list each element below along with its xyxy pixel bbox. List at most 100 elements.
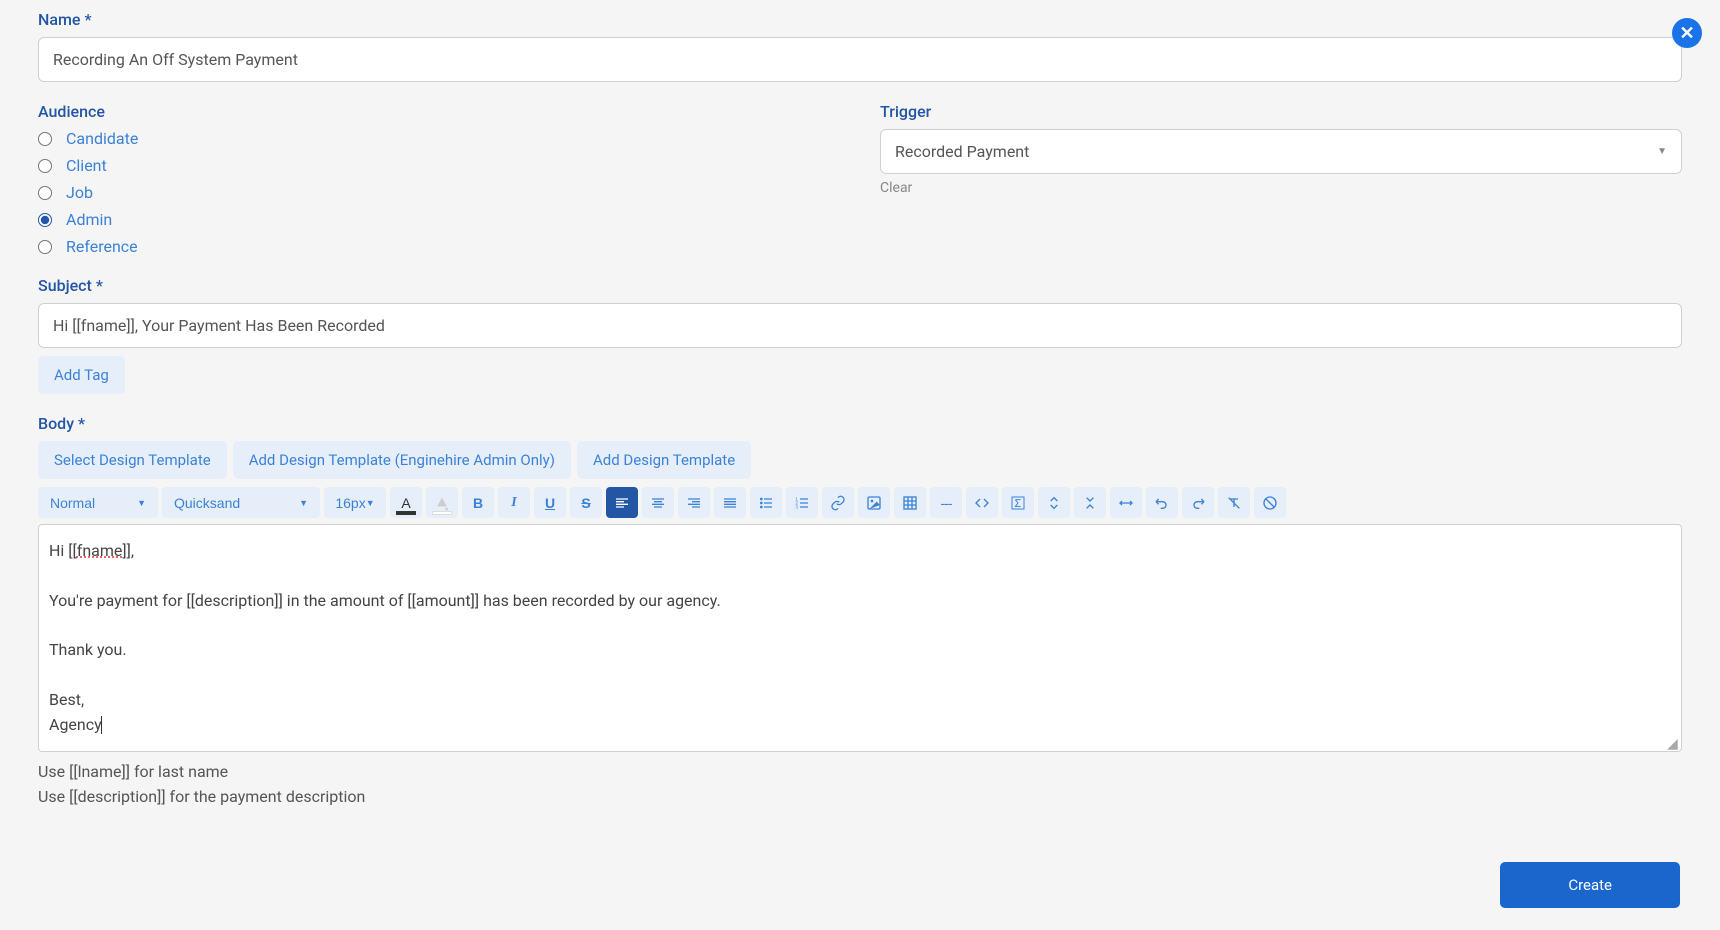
close-button[interactable]: ✕ <box>1672 18 1702 48</box>
name-input[interactable] <box>38 37 1682 82</box>
table-icon <box>902 495 918 511</box>
editor-toolbar: Normal ▼ Quicksand ▼ 16px ▼ A B I U S <box>38 487 1682 518</box>
audience-label: Audience <box>38 102 840 121</box>
paint-bucket-icon <box>434 495 450 511</box>
audience-radio-candidate[interactable] <box>38 132 52 146</box>
trigger-clear-link[interactable]: Clear <box>880 180 912 196</box>
font-color-button[interactable]: A <box>390 487 422 518</box>
hint-line: Use [[lname]] for last name <box>38 760 1682 785</box>
audience-label-job[interactable]: Job <box>66 183 93 202</box>
align-left-button[interactable] <box>606 487 638 518</box>
editor-line: Hi [[fname]], <box>49 539 1671 564</box>
editor-line <box>49 663 1671 688</box>
italic-icon: I <box>511 495 516 511</box>
editor-line: Best, <box>49 688 1671 713</box>
align-justify-icon <box>722 495 738 511</box>
highlight-color-button[interactable] <box>426 487 458 518</box>
math-button[interactable] <box>1002 487 1034 518</box>
fullwidth-button[interactable] <box>1110 487 1142 518</box>
trigger-label: Trigger <box>880 102 1682 121</box>
chevron-down-icon: ▼ <box>137 498 146 508</box>
image-button[interactable] <box>858 487 890 518</box>
undo-icon <box>1154 495 1170 511</box>
minus-icon: --- <box>941 495 952 511</box>
editor-line: You're payment for [[description]] in th… <box>49 589 1671 614</box>
redo-button[interactable] <box>1182 487 1214 518</box>
chevron-down-icon: ▼ <box>1657 146 1667 157</box>
create-button[interactable]: Create <box>1500 862 1680 908</box>
subject-input[interactable] <box>38 303 1682 348</box>
table-button[interactable] <box>894 487 926 518</box>
editor-line: Thank you. <box>49 638 1671 663</box>
body-label: Body * <box>38 414 1682 433</box>
arrows-horizontal-icon <box>1118 495 1134 511</box>
audience-radio-job[interactable] <box>38 186 52 200</box>
audience-radio-admin[interactable] <box>38 213 52 227</box>
select-design-template-button[interactable]: Select Design Template <box>38 441 227 479</box>
audience-label-candidate[interactable]: Candidate <box>66 129 138 148</box>
code-icon <box>974 495 990 511</box>
align-right-icon <box>686 495 702 511</box>
audience-label-reference[interactable]: Reference <box>66 237 138 256</box>
sigma-icon <box>1010 495 1026 511</box>
underline-button[interactable]: U <box>534 487 566 518</box>
align-right-button[interactable] <box>678 487 710 518</box>
ordered-list-button[interactable]: 123 <box>786 487 818 518</box>
chevron-down-icon: ▼ <box>299 498 308 508</box>
editor-line: Agency <box>49 713 1671 738</box>
audience-radio-reference[interactable] <box>38 240 52 254</box>
disable-button[interactable] <box>1254 487 1286 518</box>
hint-line: Use [[description]] for the payment desc… <box>38 785 1682 810</box>
code-view-button[interactable] <box>966 487 998 518</box>
align-center-icon <box>650 495 666 511</box>
strikethrough-button[interactable]: S <box>570 487 602 518</box>
clear-format-icon <box>1226 495 1242 511</box>
audience-label-admin[interactable]: Admin <box>66 210 112 229</box>
undo-button[interactable] <box>1146 487 1178 518</box>
unordered-list-button[interactable] <box>750 487 782 518</box>
add-design-template-button[interactable]: Add Design Template <box>577 441 751 479</box>
horizontal-rule-button[interactable]: --- <box>930 487 962 518</box>
close-icon: ✕ <box>1679 23 1694 44</box>
bold-button[interactable]: B <box>462 487 494 518</box>
paragraph-format-dropdown[interactable]: Normal ▼ <box>38 487 158 518</box>
align-justify-button[interactable] <box>714 487 746 518</box>
ban-icon <box>1262 495 1278 511</box>
image-icon <box>866 495 882 511</box>
link-icon <box>830 495 846 511</box>
resize-handle-icon[interactable]: ◢ <box>1667 737 1679 749</box>
align-center-button[interactable] <box>642 487 674 518</box>
list-ul-icon <box>758 495 774 511</box>
clear-format-button[interactable] <box>1218 487 1250 518</box>
svg-text:3: 3 <box>795 504 798 509</box>
font-family-dropdown[interactable]: Quicksand ▼ <box>162 487 320 518</box>
subject-label: Subject * <box>38 276 1682 295</box>
collapse-button[interactable] <box>1074 487 1106 518</box>
list-ol-icon: 123 <box>794 495 810 511</box>
underline-icon: U <box>545 495 555 511</box>
name-label: Name * <box>38 10 1682 29</box>
chevron-down-up-icon <box>1082 495 1098 511</box>
editor-line <box>49 613 1671 638</box>
chevron-down-icon: ▼ <box>366 498 375 508</box>
redo-icon <box>1190 495 1206 511</box>
font-size-dropdown[interactable]: 16px ▼ <box>324 487 386 518</box>
audience-label-client[interactable]: Client <box>66 156 107 175</box>
body-editor[interactable]: Hi [[fname]], You're payment for [[descr… <box>38 524 1682 752</box>
hints-block: Use [[lname]] for last name Use [[descri… <box>38 760 1682 810</box>
audience-radio-client[interactable] <box>38 159 52 173</box>
italic-button[interactable]: I <box>498 487 530 518</box>
editor-line <box>49 564 1671 589</box>
add-tag-button[interactable]: Add Tag <box>38 356 125 394</box>
audience-radio-group: Candidate Client Job Admin Reference <box>38 129 840 256</box>
link-button[interactable] <box>822 487 854 518</box>
font-color-icon: A <box>401 495 410 511</box>
align-left-icon <box>614 495 630 511</box>
bold-icon: B <box>473 495 483 511</box>
strikethrough-icon: S <box>581 495 590 511</box>
trigger-dropdown[interactable]: Recorded Payment ▼ <box>880 129 1682 174</box>
expand-button[interactable] <box>1038 487 1070 518</box>
add-design-template-admin-button[interactable]: Add Design Template (Enginehire Admin On… <box>233 441 571 479</box>
chevron-up-down-icon <box>1046 495 1062 511</box>
trigger-value: Recorded Payment <box>895 142 1029 161</box>
